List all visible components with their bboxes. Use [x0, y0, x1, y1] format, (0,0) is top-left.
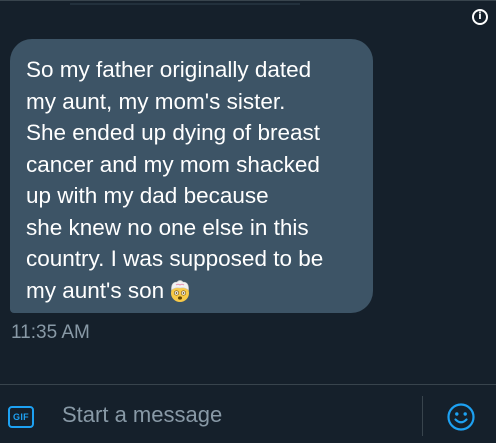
message-timestamp: 11:35 AM: [11, 322, 90, 343]
message-line: So my father originally dated: [26, 57, 312, 82]
message-composer: GIF: [0, 384, 496, 443]
message-input[interactable]: [50, 394, 410, 436]
composer-divider: [422, 396, 423, 436]
smiley-icon[interactable]: [446, 402, 476, 432]
info-icon[interactable]: i: [472, 9, 488, 25]
message-line: cancer and my mom shacked: [26, 151, 320, 177]
message-line: my aunt's son: [26, 277, 165, 303]
message-line: up with my dad because: [26, 183, 269, 208]
dm-conversation: i So my father originally dated my aunt,…: [0, 0, 496, 443]
message-line: She ended up dying of breast: [26, 120, 320, 145]
top-edge-divider: [70, 0, 300, 5]
message-bubble[interactable]: So my father originally dated my aunt, m…: [10, 39, 373, 313]
message-line: my aunt, my mom's sister.: [26, 88, 286, 114]
gif-button[interactable]: GIF: [8, 406, 34, 428]
message-last-line: my aunt's son: [26, 275, 359, 307]
message-line: she knew no one else in this: [26, 214, 309, 240]
message-line: country. I was supposed to be: [26, 246, 324, 271]
exploding-head-emoji: [171, 279, 190, 302]
